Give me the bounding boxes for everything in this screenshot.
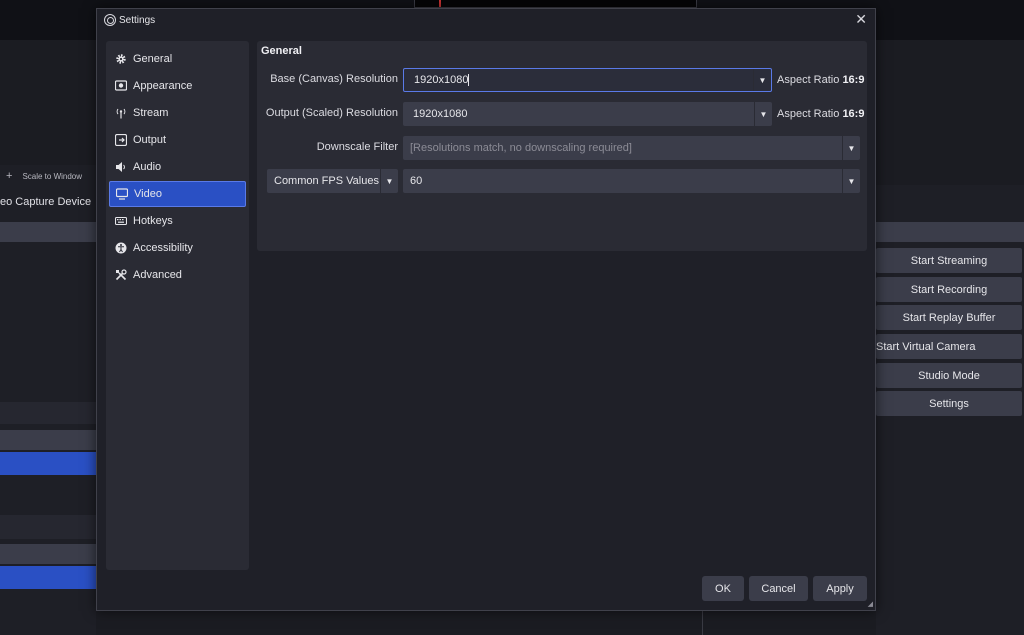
chevron-down-icon[interactable]: ▼	[842, 169, 860, 193]
base-resolution-label: Base (Canvas) Resolution	[270, 73, 398, 85]
panel-divider	[0, 402, 96, 424]
settings-button[interactable]: Settings	[876, 391, 1022, 416]
tools-icon	[115, 269, 127, 281]
output-aspect-ratio: Aspect Ratio 16:9	[777, 108, 864, 120]
antenna-icon	[115, 107, 127, 119]
accessibility-icon	[115, 242, 127, 254]
gear-icon	[115, 53, 127, 65]
sidebar-item-appearance[interactable]: Appearance	[109, 73, 246, 99]
base-aspect-ratio: Aspect Ratio 16:9	[777, 74, 864, 86]
sidebar-item-label: Audio	[133, 161, 162, 173]
sidebar-item-label: Appearance	[133, 80, 193, 92]
fps-value: 60	[410, 175, 423, 187]
sidebar-item-hotkeys[interactable]: Hotkeys	[109, 208, 246, 234]
status-bar-divider	[702, 610, 703, 635]
apply-button[interactable]: Apply	[813, 576, 867, 601]
start-recording-button[interactable]: Start Recording	[876, 277, 1022, 302]
studio-mode-button[interactable]: Studio Mode	[876, 363, 1022, 388]
preview-marker	[439, 0, 441, 7]
sidebar-item-label: Accessibility	[133, 242, 193, 254]
chevron-down-icon: ▼	[842, 136, 860, 160]
output-resolution-row: Output (Scaled) Resolution 1920x1080 ▼ A…	[257, 102, 867, 126]
fps-row: Common FPS Values ▼ 60 ▼	[257, 169, 867, 193]
start-streaming-button[interactable]: Start Streaming	[876, 248, 1022, 273]
appearance-icon	[115, 80, 127, 92]
scale-to-window-control[interactable]: + Scale to Window	[6, 170, 82, 182]
controls-header	[876, 222, 1024, 242]
sidebar-item-advanced[interactable]: Advanced	[109, 262, 246, 288]
sidebar-item-accessibility[interactable]: Accessibility	[109, 235, 246, 261]
settings-sidebar: General Appearance Stream Output Audio V…	[106, 41, 249, 570]
chevron-down-icon[interactable]: ▼	[754, 102, 772, 126]
sidebar-item-output[interactable]: Output	[109, 127, 246, 153]
aspect-ratio-label: Aspect Ratio	[777, 108, 840, 120]
aspect-ratio-label: Aspect Ratio	[777, 74, 840, 86]
preview-area	[414, 0, 697, 8]
base-resolution-combobox[interactable]: 1920x1080 ▼	[403, 68, 772, 92]
cancel-button[interactable]: Cancel	[749, 576, 808, 601]
downscale-filter-label: Downscale Filter	[316, 141, 398, 153]
sidebar-item-label: Stream	[133, 107, 169, 119]
panel-divider	[0, 515, 96, 539]
output-resolution-combobox[interactable]: 1920x1080 ▼	[403, 102, 772, 126]
base-resolution-row: Base (Canvas) Resolution 1920x1080 ▼ Asp…	[257, 68, 867, 92]
downscale-filter-row: Downscale Filter [Resolutions match, no …	[257, 136, 867, 160]
resize-grip-icon[interactable]: ◢	[868, 600, 873, 608]
close-icon[interactable]: ✕	[855, 11, 867, 28]
dialog-title: Settings	[119, 14, 156, 26]
base-resolution-value: 1920x1080	[414, 74, 469, 86]
sidebar-item-audio[interactable]: Audio	[109, 154, 246, 180]
selected-list-item[interactable]	[0, 566, 96, 589]
chevron-down-icon[interactable]: ▼	[380, 169, 398, 193]
panel-header-row	[0, 430, 96, 450]
downscale-filter-combobox: [Resolutions match, no downscaling requi…	[403, 136, 860, 160]
sidebar-item-label: General	[133, 53, 173, 65]
sidebar-item-general[interactable]: General	[109, 46, 246, 72]
monitor-icon	[116, 188, 128, 200]
sidebar-item-stream[interactable]: Stream	[109, 100, 246, 126]
fps-type-select[interactable]: Common FPS Values ▼	[267, 169, 398, 193]
scale-to-window-label: Scale to Window	[22, 172, 83, 181]
source-item-video-capture[interactable]: eo Capture Device	[0, 196, 96, 208]
chevron-down-icon[interactable]: ▼	[753, 69, 771, 91]
fps-type-label: Common FPS Values	[274, 175, 379, 187]
aspect-ratio-value: 16:9	[842, 108, 865, 120]
section-title: General	[261, 45, 302, 57]
speaker-icon	[115, 161, 127, 173]
selected-list-item[interactable]	[0, 452, 96, 475]
sidebar-item-label: Hotkeys	[133, 215, 173, 227]
ok-button[interactable]: OK	[702, 576, 744, 601]
output-resolution-value: 1920x1080	[413, 108, 468, 120]
text-cursor	[468, 74, 470, 86]
output-icon	[115, 134, 127, 146]
downscale-filter-value: [Resolutions match, no downscaling requi…	[410, 142, 632, 154]
sidebar-item-label: Video	[134, 188, 162, 200]
fps-value-combobox[interactable]: 60 ▼	[403, 169, 860, 193]
settings-dialog: Settings ✕ General Appearance Stream Out…	[96, 8, 876, 611]
obs-logo-icon	[104, 14, 116, 26]
start-replay-buffer-button[interactable]: Start Replay Buffer	[876, 305, 1022, 330]
aspect-ratio-value: 16:9	[842, 74, 865, 86]
output-resolution-label: Output (Scaled) Resolution	[265, 107, 398, 119]
panel-header-row	[0, 544, 96, 564]
keyboard-icon	[115, 215, 127, 227]
dialog-titlebar[interactable]: Settings ✕	[97, 9, 875, 31]
panel-header-row	[0, 222, 96, 242]
sidebar-item-video[interactable]: Video	[109, 181, 246, 207]
sidebar-item-label: Advanced	[133, 269, 182, 281]
sidebar-item-label: Output	[133, 134, 167, 146]
start-virtual-camera-button[interactable]: Start Virtual Camera	[876, 334, 1022, 359]
add-icon[interactable]: +	[6, 170, 12, 182]
video-settings-panel: General Base (Canvas) Resolution 1920x10…	[257, 41, 867, 251]
